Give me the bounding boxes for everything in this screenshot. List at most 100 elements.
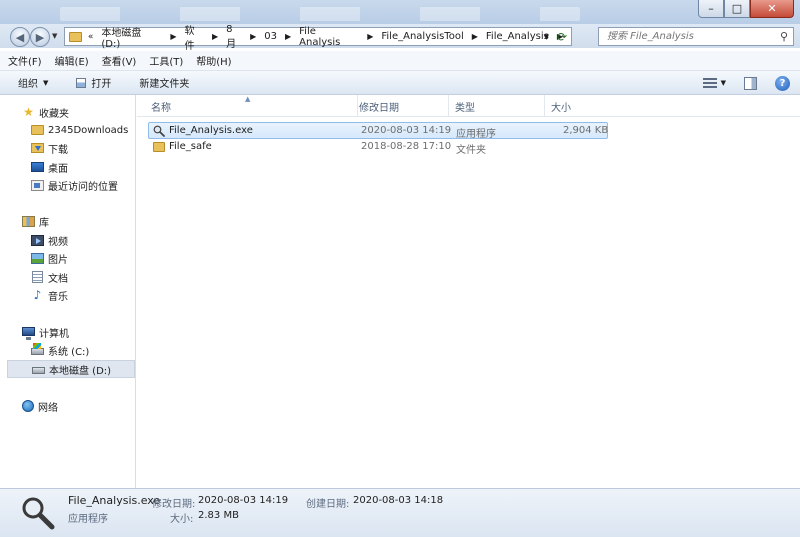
organize-button[interactable]: 组织 ▼: [18, 75, 48, 91]
breadcrumb-item[interactable]: File_AnalysisTool ▶: [381, 31, 478, 42]
open-button[interactable]: 打开: [76, 75, 111, 90]
file-row[interactable]: File_safe 2018-08-28 17:10 文件夹: [148, 139, 608, 156]
nav-desktop[interactable]: 桌面: [31, 158, 133, 176]
magnifier-icon: [22, 497, 55, 530]
system-drive-icon: [31, 343, 44, 355]
breadcrumb-item[interactable]: 本地磁盘 (D:) ▶: [101, 24, 176, 50]
music-icon: ♪: [33, 288, 42, 302]
breadcrumb-item[interactable]: 软件 ▶: [185, 22, 219, 52]
drive-icon: [32, 366, 45, 374]
help-icon[interactable]: ?: [775, 75, 790, 91]
details-size-label: 大小:: [170, 514, 194, 525]
new-folder-button[interactable]: 新建文件夹: [139, 75, 189, 90]
search-box[interactable]: ⚲: [598, 27, 794, 46]
menu-file[interactable]: 文件(F): [8, 53, 42, 68]
address-row: ◀ ▶ ▼ « 本地磁盘 (D:) ▶ 软件 ▶ 8月 ▶ 03 ▶ File Anal…: [0, 24, 800, 52]
view-controls: ▼ ?: [702, 71, 800, 95]
minimize-button[interactable]: –: [698, 0, 724, 18]
file-row[interactable]: File_Analysis.exe 2020-08-03 14:19 应用程序 …: [148, 122, 609, 140]
details-created-label: 创建日期:: [306, 499, 350, 510]
address-bar[interactable]: « 本地磁盘 (D:) ▶ 软件 ▶ 8月 ▶ 03 ▶ File Analysis ▶ …: [64, 24, 572, 52]
chevron-right-icon[interactable]: ▶: [212, 32, 218, 41]
nav-2345downloads[interactable]: 2345Downloads: [31, 121, 133, 139]
chevron-right-icon[interactable]: ▶: [472, 32, 478, 41]
back-button[interactable]: ◀: [10, 27, 30, 47]
menu-help[interactable]: 帮助(H): [196, 53, 231, 68]
column-header-size[interactable]: 大小: [545, 95, 609, 117]
title-bar: – □ ✕: [0, 0, 800, 26]
details-modified-value: 2020-08-03 14:19: [198, 495, 289, 506]
folder-icon: [31, 125, 44, 135]
forward-button[interactable]: ▶: [30, 27, 50, 47]
details-pane: File_Analysis.exe 应用程序 修改日期: 2020-08-03 …: [0, 488, 800, 537]
file-name: File_Analysis.exe: [169, 125, 253, 136]
nav-computer[interactable]: 计算机: [22, 323, 132, 341]
menu-edit[interactable]: 编辑(E): [55, 53, 89, 68]
refresh-icon[interactable]: ⟳: [557, 30, 567, 44]
nav-recent-places[interactable]: 最近访问的位置: [31, 176, 133, 194]
nav-drive-c[interactable]: 系统 (C:): [31, 341, 133, 359]
nav-downloads[interactable]: 下载: [31, 139, 133, 157]
nav-pictures[interactable]: 图片: [31, 249, 133, 267]
column-header-modified[interactable]: 修改日期: [353, 95, 449, 117]
file-list: ▲ 名称 修改日期 类型 大小 File_Analysis.exe 2020-0…: [137, 95, 800, 488]
breadcrumb-item[interactable]: 8月 ▶: [226, 24, 256, 50]
navigation-pane: ★ 收藏夹 2345Downloads 下载 桌面 最近访问的位置 库 视频 图…: [0, 95, 136, 488]
nav-music[interactable]: ♪ 音乐: [31, 286, 133, 304]
nav-libraries[interactable]: 库: [22, 212, 132, 230]
menu-tools[interactable]: 工具(T): [149, 53, 183, 68]
arrow-left-icon: ◀: [15, 30, 25, 44]
breadcrumb-overflow[interactable]: «: [88, 32, 94, 42]
library-icon: [22, 215, 35, 227]
nav-videos[interactable]: 视频: [31, 231, 133, 249]
nav-drive-d[interactable]: 本地磁盘 (D:): [7, 360, 135, 378]
details-modified-label: 修改日期:: [152, 499, 196, 510]
arrow-right-icon: ▶: [35, 30, 45, 44]
address-history-dropdown[interactable]: ▼: [544, 33, 549, 41]
column-header-type[interactable]: 类型: [449, 95, 545, 117]
menu-view[interactable]: 查看(V): [102, 53, 137, 68]
chevron-right-icon[interactable]: ▶: [367, 32, 373, 41]
title-bar-blur: [60, 7, 580, 21]
magnifier-icon: [153, 125, 165, 137]
document-icon: [32, 271, 43, 283]
column-headers: ▲ 名称 修改日期 类型 大小: [137, 95, 800, 117]
nav-network[interactable]: 网络: [22, 397, 132, 415]
view-details-icon[interactable]: [702, 77, 717, 89]
breadcrumb-item[interactable]: 03 ▶: [264, 31, 291, 42]
video-icon: [31, 234, 44, 246]
network-icon: [22, 400, 34, 412]
open-icon: [76, 77, 87, 88]
desktop-icon: [31, 162, 44, 172]
search-input[interactable]: [607, 31, 777, 42]
column-header-name[interactable]: 名称: [145, 95, 358, 117]
file-modified: 2020-08-03 14:19: [361, 125, 452, 136]
star-icon: ★: [23, 105, 34, 119]
menu-bar: 文件(F) 编辑(E) 查看(V) 工具(T) 帮助(H): [0, 51, 800, 71]
file-type: 应用程序: [456, 129, 496, 140]
nav-documents[interactable]: 文档: [31, 268, 133, 286]
preview-pane-icon[interactable]: [744, 76, 757, 90]
chevron-right-icon[interactable]: ▶: [250, 32, 256, 41]
details-created-value: 2020-08-03 14:18: [353, 495, 444, 506]
computer-icon: [22, 326, 35, 340]
file-type: 文件夹: [456, 145, 486, 156]
breadcrumb-item[interactable]: File Analysis ▶: [299, 26, 373, 48]
folder-icon: [69, 31, 82, 42]
chevron-right-icon[interactable]: ▶: [170, 32, 176, 41]
file-size: 2,904 KB: [563, 125, 609, 136]
window-controls: – □ ✕: [698, 0, 794, 18]
search-icon[interactable]: ⚲: [780, 30, 788, 43]
recent-pages-dropdown[interactable]: ▼: [52, 32, 57, 40]
nav-favorites[interactable]: ★ 收藏夹: [22, 103, 132, 121]
recent-places-icon: [31, 179, 44, 191]
close-button[interactable]: ✕: [750, 0, 794, 18]
breadcrumb-item[interactable]: File_Analysis ▶: [486, 31, 563, 42]
download-folder-icon: [31, 143, 44, 153]
chevron-right-icon[interactable]: ▶: [285, 32, 291, 41]
details-size-value: 2.83 MB: [198, 510, 239, 521]
picture-icon: [31, 252, 44, 264]
view-options-dropdown[interactable]: ▼: [721, 79, 726, 87]
maximize-button[interactable]: □: [724, 0, 750, 18]
details-file-type: 应用程序: [68, 514, 108, 525]
